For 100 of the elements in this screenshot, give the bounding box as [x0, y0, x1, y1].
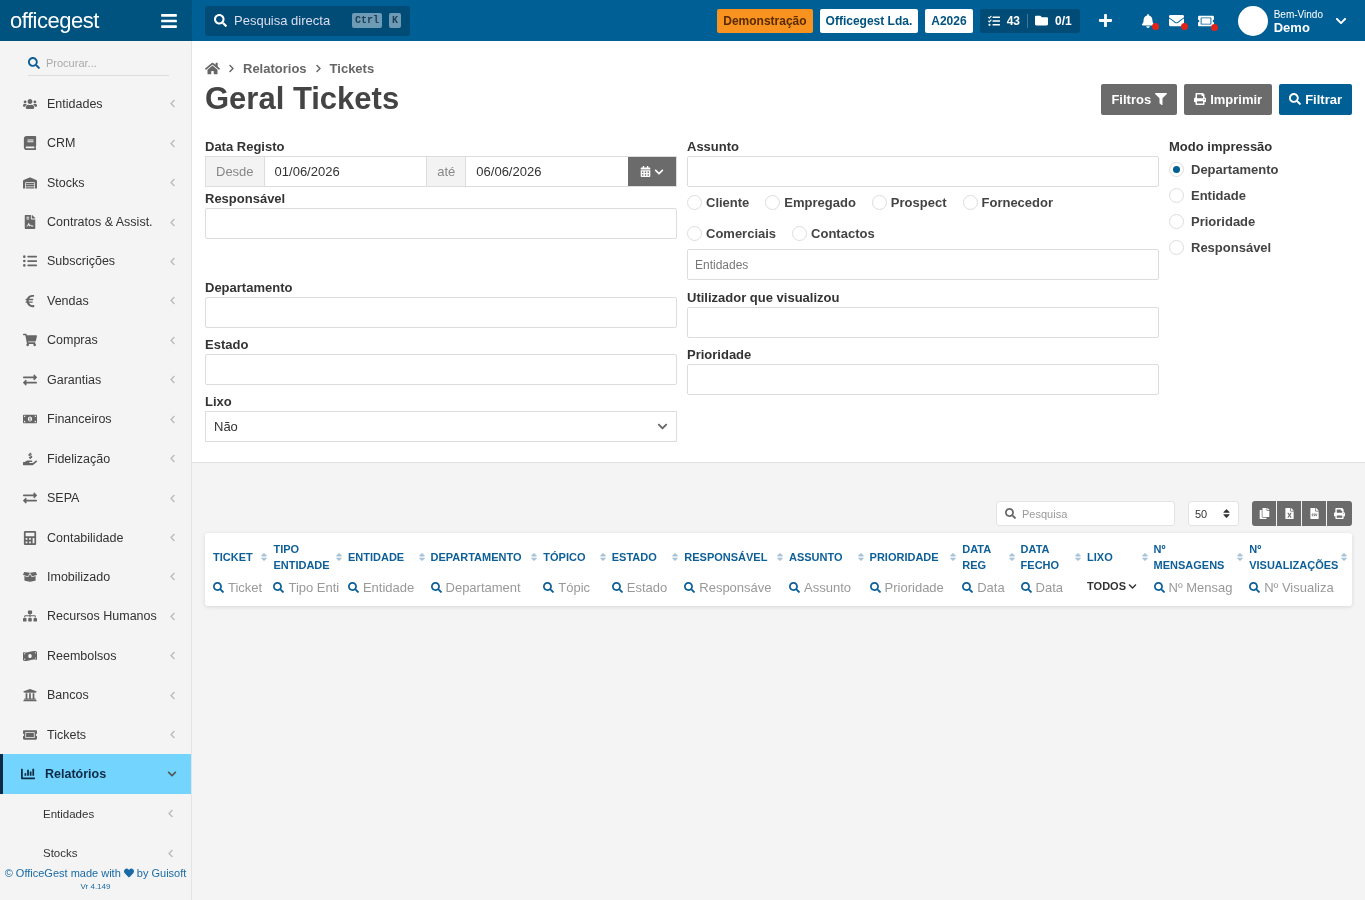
column-header[interactable]: ENTIDADE	[347, 548, 405, 565]
home-icon[interactable]	[205, 61, 220, 76]
csv-button[interactable]	[1302, 501, 1326, 526]
add-icon[interactable]	[1097, 13, 1113, 28]
sidebar-item[interactable]: Compras	[0, 320, 191, 361]
sort-icon[interactable]	[855, 551, 866, 562]
column-header[interactable]: ESTADO	[611, 548, 657, 565]
column-header[interactable]: Nº VISUALIZAÇÕES	[1249, 540, 1339, 573]
page-size-select[interactable]: 50	[1188, 501, 1239, 526]
sidebar-item[interactable]: Entidades	[0, 84, 191, 124]
responsible-field[interactable]	[205, 208, 677, 239]
sort-icon[interactable]	[416, 551, 427, 562]
caret-icon	[168, 296, 177, 306]
sidebar-item[interactable]: Relatórios	[0, 754, 191, 794]
radio-option[interactable]: Departamento	[1169, 161, 1279, 177]
sidebar-item[interactable]: Stocks	[0, 162, 191, 203]
sidebar-item[interactable]: CRM	[0, 123, 191, 163]
radio-option[interactable]: Comerciais	[687, 226, 777, 241]
sidebar-item[interactable]: Bancos	[0, 675, 191, 715]
subject-field[interactable]	[687, 156, 1159, 187]
priority-field[interactable]	[687, 364, 1159, 395]
print-button[interactable]	[1327, 501, 1352, 526]
column-header[interactable]: DEPARTAMENTO	[430, 548, 522, 565]
sort-icon[interactable]	[259, 551, 270, 562]
search-icon	[684, 582, 696, 593]
field-label: Departamento	[205, 280, 294, 297]
document-icon	[23, 215, 37, 230]
submenu-item[interactable]: Entidades	[0, 793, 191, 834]
key-hint: K	[389, 13, 401, 28]
sort-icon[interactable]	[1006, 551, 1017, 562]
header-badge[interactable]: Officegest Lda.	[819, 8, 919, 33]
sidebar-item[interactable]: Garantias	[0, 360, 191, 400]
header-badge[interactable]: A2026	[925, 8, 973, 33]
search-field[interactable]: Pesquisa directa Ctrl K	[205, 5, 410, 36]
column-header[interactable]: TÓPICO	[543, 548, 586, 565]
column-header[interactable]: TICKET	[213, 548, 253, 565]
avatar[interactable]	[1237, 5, 1268, 36]
sidebar-item[interactable]: Vendas	[0, 281, 191, 321]
column-header[interactable]: DATA FECHO	[1020, 540, 1073, 573]
sort-icon[interactable]	[1235, 551, 1246, 562]
column-header[interactable]: ASSUNTO	[789, 548, 843, 565]
column-header[interactable]: DATA REG	[962, 540, 1006, 573]
sidebar-item[interactable]: Subscrições	[0, 241, 191, 282]
sort-icon[interactable]	[1073, 551, 1084, 562]
radio-option[interactable]: Prospect	[871, 195, 947, 210]
action-button[interactable]: Imprimir	[1184, 83, 1273, 115]
menu-icon[interactable]	[160, 11, 178, 30]
column-header[interactable]: LIXO	[1087, 548, 1113, 565]
copy-button[interactable]	[1252, 501, 1276, 526]
breadcrumb-link[interactable]: Tickets	[329, 61, 375, 76]
trash-select[interactable]: Não	[205, 411, 677, 442]
column-header[interactable]: Nº MENSAGENS	[1153, 540, 1235, 573]
submenu-item[interactable]: Stocks	[0, 833, 191, 861]
sidebar-item[interactable]: Financeiros	[0, 399, 191, 439]
search-icon	[273, 582, 285, 593]
radio-option[interactable]: Responsável	[1169, 239, 1272, 255]
column-filter-select[interactable]: TODOS	[1087, 580, 1150, 592]
radio-option[interactable]: Prioridade	[1169, 213, 1256, 229]
entities-field[interactable]: Entidades	[687, 249, 1159, 280]
sort-icon[interactable]	[775, 551, 785, 562]
sidebar-item[interactable]: Fidelização	[0, 438, 191, 479]
radio-option[interactable]: Contactos	[792, 226, 875, 241]
viewer-field[interactable]	[687, 307, 1159, 338]
search-icon	[28, 57, 40, 69]
radio-option[interactable]: Cliente	[687, 195, 750, 210]
excel-button[interactable]	[1277, 501, 1301, 526]
sort-icon[interactable]	[333, 551, 344, 562]
sort-icon[interactable]	[529, 551, 540, 562]
sort-icon[interactable]	[1139, 551, 1150, 562]
sidebar-item[interactable]: Imobilizado	[0, 557, 191, 597]
date-range-field[interactable]: Desde 01/06/2026 até 06/06/2026	[205, 156, 677, 187]
header-badge[interactable]: Demonstração	[717, 8, 813, 33]
column-header[interactable]: RESPONSÁVEL	[684, 548, 768, 565]
status-field[interactable]	[205, 354, 677, 385]
counter-panel[interactable]: 43 0/1	[979, 8, 1080, 33]
action-button[interactable]: Filtros	[1101, 83, 1178, 115]
breadcrumb-link[interactable]: Relatorios	[243, 61, 307, 76]
column-header[interactable]: PRIORIDADE	[869, 548, 939, 565]
sidebar-item[interactable]: Tickets	[0, 715, 191, 755]
radio-option[interactable]: Fornecedor	[962, 195, 1053, 210]
sidebar-item[interactable]: Reembolsos	[0, 636, 191, 676]
sort-icon[interactable]	[948, 551, 959, 562]
field-label: Responsável	[205, 191, 287, 208]
sort-icon[interactable]	[1339, 551, 1350, 562]
sidebar-item[interactable]: Contratos & Assist.	[0, 202, 191, 242]
arrows-icon	[23, 491, 37, 506]
calculator-icon	[23, 530, 37, 545]
sort-icon[interactable]	[670, 551, 681, 562]
column-header[interactable]: TIPO ENTIDADE	[273, 540, 333, 573]
calendar-button[interactable]	[628, 157, 676, 186]
department-field[interactable]	[205, 297, 677, 328]
field-label: Modo impressão	[1169, 139, 1274, 156]
radio-option[interactable]: Empregado	[765, 195, 856, 210]
sort-icon[interactable]	[597, 551, 608, 562]
action-button[interactable]: Filtrar	[1279, 83, 1352, 115]
sidebar-item[interactable]: Recursos Humanos	[0, 596, 191, 637]
sidebar-item[interactable]: Contabilidade	[0, 517, 191, 558]
sidebar-item[interactable]: SEPA	[0, 478, 191, 518]
search-icon	[347, 582, 359, 593]
radio-option[interactable]: Entidade	[1169, 187, 1246, 203]
